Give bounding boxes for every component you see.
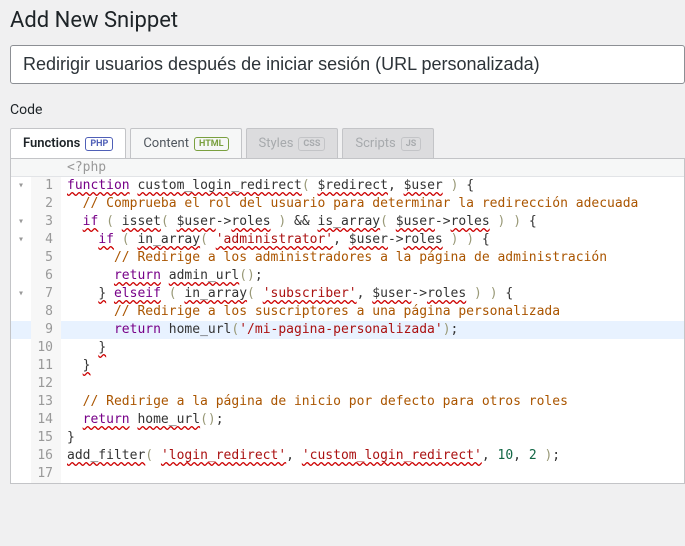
code-line[interactable]: ▾7 } elseif ( in_array( 'subscriber', $u… — [11, 285, 684, 303]
code-line[interactable]: 16 add_filter( 'login_redirect', 'custom… — [11, 447, 684, 465]
code-section-label: Code — [10, 102, 685, 118]
tab-functions[interactable]: Functions PHP — [10, 128, 126, 158]
tab-label: Styles — [259, 136, 294, 151]
code-line[interactable]: 14 return home_url(); — [11, 411, 684, 429]
code-editor[interactable]: <?php ▾1 function custom_login_redirect(… — [10, 158, 685, 484]
code-line[interactable]: ▾4 if ( in_array( 'administrator', $user… — [11, 231, 684, 249]
code-line[interactable]: 12 — [11, 375, 684, 393]
css-badge: CSS — [298, 137, 325, 151]
language-tabs: Functions PHP Content HTML Styles CSS Sc… — [10, 128, 685, 158]
tab-scripts[interactable]: Scripts JS — [342, 128, 434, 158]
tab-styles[interactable]: Styles CSS — [246, 128, 339, 158]
code-line[interactable]: 6 return admin_url(); — [11, 267, 684, 285]
tab-label: Functions — [23, 136, 80, 151]
code-line[interactable]: 15 } — [11, 429, 684, 447]
code-line[interactable]: 10 } — [11, 339, 684, 357]
js-badge: JS — [401, 137, 422, 151]
code-line[interactable]: ▾3 if ( isset( $user->roles ) && is_arra… — [11, 213, 684, 231]
snippet-title-input[interactable] — [10, 45, 685, 84]
code-line[interactable]: 5 // Redirige a los administradores a la… — [11, 249, 684, 267]
code-line[interactable]: 11 } — [11, 357, 684, 375]
code-line[interactable]: 2 // Comprueba el rol del usuario para d… — [11, 195, 684, 213]
code-line[interactable]: 9 return home_url('/mi-pagina-personaliz… — [11, 321, 684, 339]
code-line[interactable]: ▾1 function custom_login_redirect( $redi… — [11, 177, 684, 195]
code-line[interactable]: 13 // Redirige a la página de inicio por… — [11, 393, 684, 411]
php-open-tag-line: <?php — [11, 159, 684, 177]
code-line[interactable]: 17 — [11, 465, 684, 483]
tab-label: Content — [143, 136, 189, 151]
tab-content[interactable]: Content HTML — [130, 128, 241, 158]
code-area[interactable]: ▾1 function custom_login_redirect( $redi… — [11, 177, 684, 483]
php-badge: PHP — [85, 137, 113, 151]
html-badge: HTML — [194, 137, 229, 151]
tab-label: Scripts — [355, 136, 395, 151]
code-line[interactable]: 8 // Redirige a los suscriptores a una p… — [11, 303, 684, 321]
page-title: Add New Snippet — [10, 0, 685, 45]
